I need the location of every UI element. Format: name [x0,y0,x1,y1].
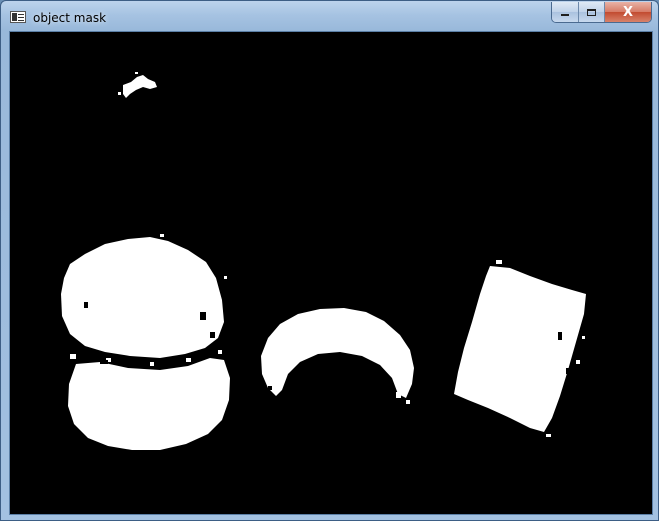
window-controls: X [551,2,652,23]
app-window: object mask X [0,0,659,521]
minimize-icon [561,13,569,16]
minimize-button[interactable] [552,2,579,22]
mask-canvas [9,31,653,515]
close-button[interactable]: X [605,2,651,22]
maximize-button[interactable] [579,2,605,22]
title-bar[interactable]: object mask X [1,1,658,31]
maximize-icon [587,8,596,16]
blob-arch-speck [396,392,401,398]
window-title: object mask [33,11,107,25]
blob-arch-speck-2 [406,400,410,404]
mask-image [10,32,652,514]
close-icon: X [622,4,634,20]
app-icon[interactable] [10,11,26,23]
